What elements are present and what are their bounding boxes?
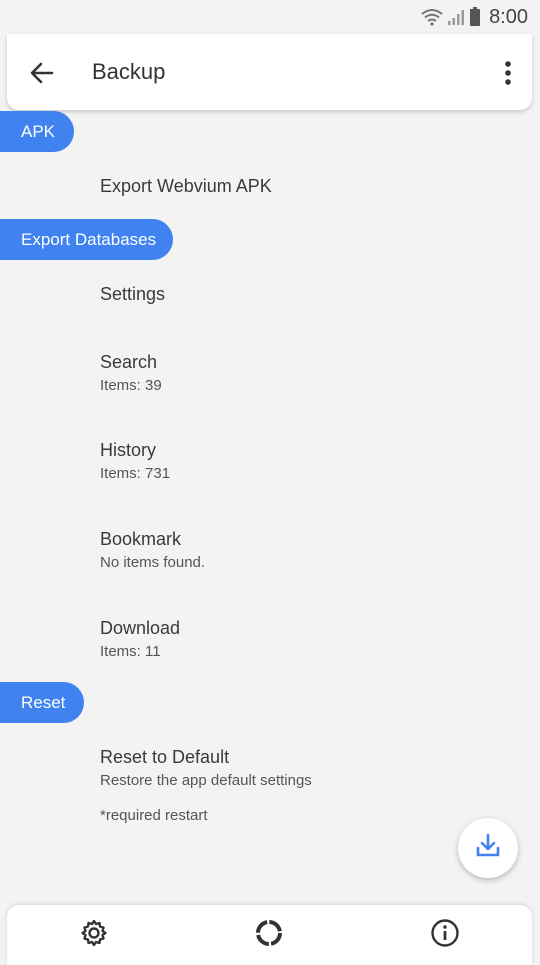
item-title: Export Webvium APK [100, 176, 272, 196]
list-item-history[interactable]: History Items: 731 [100, 440, 170, 482]
download-icon [474, 832, 502, 865]
item-title: History [100, 440, 157, 460]
list-item-export-apk[interactable]: Export Webvium APK [100, 176, 272, 197]
loading-ring-icon[interactable] [253, 917, 285, 949]
list-item-download[interactable]: Download Items: 11 [100, 618, 180, 660]
item-subtitle: Items: 11 [100, 643, 161, 660]
arrow-left-icon[interactable] [27, 58, 57, 88]
list-item-search[interactable]: Search Items: 39 [100, 352, 162, 394]
section-header-reset: Reset [0, 682, 84, 723]
item-subtitle: Items: 39 [100, 377, 162, 394]
restart-note: *required restart [100, 807, 208, 824]
item-title: Search [100, 352, 158, 372]
signal-icon [447, 8, 465, 26]
section-header-export-databases: Export Databases [0, 219, 173, 260]
item-title: Reset to Default [100, 747, 230, 767]
more-vertical-icon[interactable] [498, 58, 518, 88]
battery-icon [469, 7, 481, 27]
item-title: Download [100, 618, 181, 638]
list-item-settings[interactable]: Settings [100, 284, 165, 305]
gear-icon[interactable] [78, 917, 110, 949]
item-title: Bookmark [100, 529, 182, 549]
page-title: Backup [92, 59, 166, 84]
item-subtitle: No items found. [100, 554, 206, 571]
list-item-bookmark[interactable]: Bookmark No items found. [100, 529, 205, 571]
bottom-nav [7, 905, 532, 965]
item-title: Settings [100, 284, 166, 304]
status-time: 8:00 [489, 5, 528, 28]
list-item-reset-default[interactable]: Reset to Default Restore the app default… [100, 747, 312, 789]
wifi-icon [421, 8, 443, 26]
item-subtitle: Items: 731 [100, 465, 171, 482]
section-header-apk: APK [0, 111, 74, 152]
status-bar: 8:00 [0, 0, 540, 34]
download-fab[interactable] [458, 818, 518, 878]
app-bar: Backup [7, 34, 532, 110]
item-subtitle: Restore the app default settings [100, 772, 312, 789]
info-icon[interactable] [429, 917, 461, 949]
